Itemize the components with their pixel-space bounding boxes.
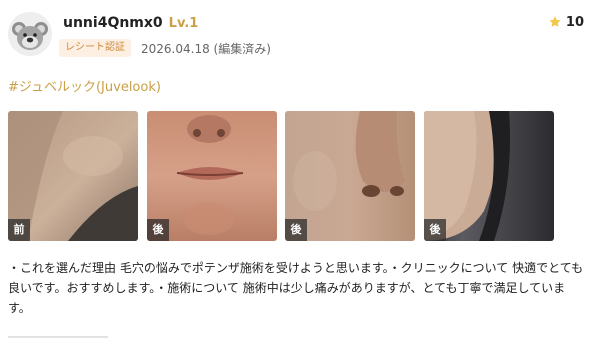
divider — [8, 336, 108, 343]
photo-after-2[interactable]: 後 — [285, 111, 415, 241]
photo-after-1[interactable]: 後 — [147, 111, 277, 241]
koala-avatar-icon[interactable] — [8, 12, 52, 56]
review-text: ・これを選んだ理由 毛穴の悩みでポテンザ施術を受けようと思います。・クリニックに… — [8, 261, 584, 315]
photo-label: 前 — [8, 219, 30, 241]
review-date: 2026.04.18 (編集済み) — [141, 41, 271, 56]
username[interactable]: unni4Qnmx0 — [63, 15, 163, 31]
photo-before[interactable]: 前 — [8, 111, 138, 241]
rating-value: 10 — [565, 14, 584, 30]
rating: 10 — [548, 12, 584, 32]
username-row: unni4Qnmx0 Lv.1 — [63, 12, 198, 34]
photo-label: 後 — [285, 219, 307, 241]
review-meta: レシート認証 2026.04.18 (編集済み) — [59, 38, 271, 58]
photo-label: 後 — [147, 219, 169, 241]
user-level: Lv.1 — [168, 15, 199, 31]
photo-label: 後 — [424, 219, 446, 241]
receipt-verified-badge: レシート認証 — [59, 39, 131, 57]
clinic-hashtag[interactable]: #ジュベルック(Juvelook) — [8, 76, 161, 95]
star-icon — [548, 15, 562, 29]
photo-after-3[interactable]: 後 — [424, 111, 554, 241]
